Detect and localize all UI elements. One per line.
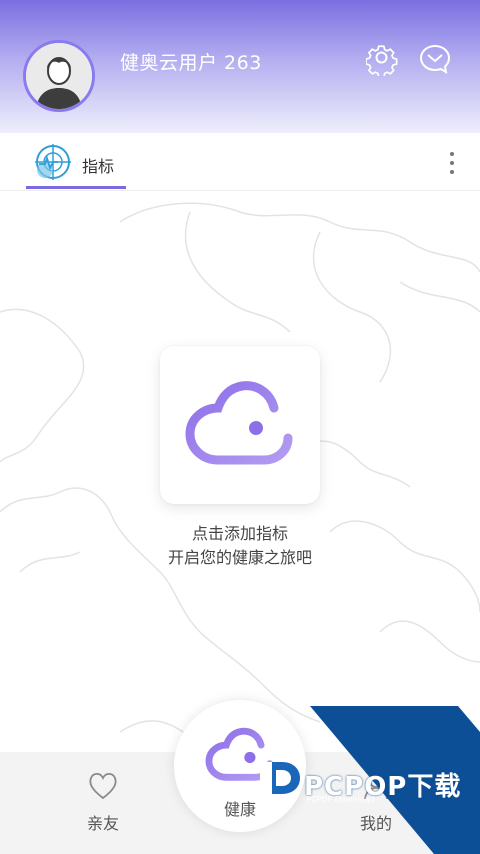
profile-header: 健奥云用户 263 bbox=[0, 0, 480, 133]
username: 健奥云用户 263 bbox=[120, 52, 262, 74]
active-tab-indicator bbox=[26, 186, 126, 189]
nav-friends-label: 亲友 bbox=[86, 814, 119, 833]
add-indicator-card[interactable] bbox=[160, 346, 320, 504]
heart-icon bbox=[87, 770, 119, 802]
more-vertical-icon[interactable] bbox=[440, 147, 464, 179]
tab-bar: 指标 bbox=[0, 133, 480, 191]
empty-state-line2: 开启您的健康之旅吧 bbox=[167, 548, 312, 567]
cloud-logo-icon bbox=[185, 381, 293, 465]
tab-label: 指标 bbox=[82, 157, 115, 176]
watermark-subtitle: PCPOP Download bbox=[306, 795, 375, 804]
nav-friends[interactable]: 亲友 bbox=[43, 752, 163, 854]
empty-state-line1: 点击添加指标 bbox=[191, 524, 288, 543]
watermark-logo-icon bbox=[258, 758, 304, 810]
gear-icon[interactable] bbox=[365, 42, 400, 78]
message-icon[interactable] bbox=[418, 42, 452, 76]
indicator-radar-icon bbox=[34, 143, 72, 181]
tab-indicators[interactable]: 指标 bbox=[26, 133, 126, 191]
avatar[interactable] bbox=[23, 40, 95, 112]
user-silhouette-icon bbox=[26, 43, 92, 109]
